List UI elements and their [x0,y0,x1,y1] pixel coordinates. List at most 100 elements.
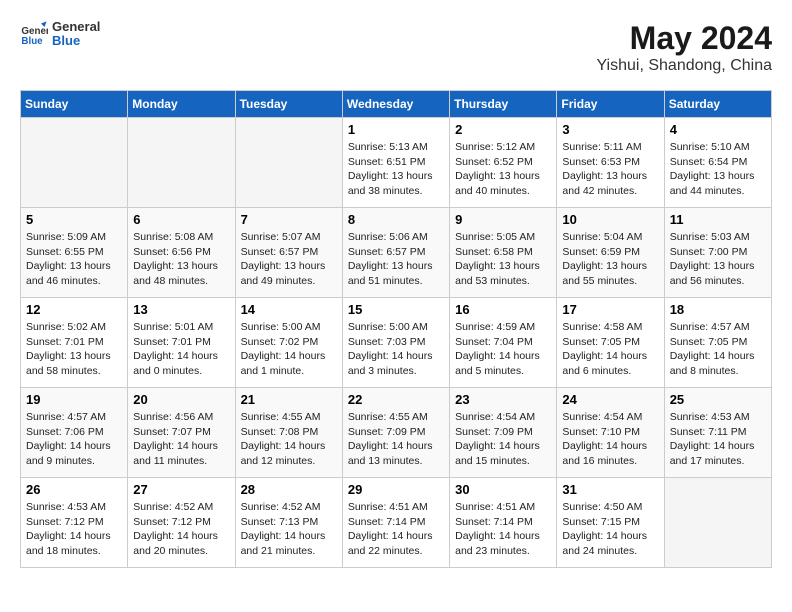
table-row: 22 Sunrise: 4:55 AM Sunset: 7:09 PM Dayli… [342,388,449,478]
day-number: 23 [455,392,551,407]
calendar-week-row: 5 Sunrise: 5:09 AM Sunset: 6:55 PM Daylig… [21,208,772,298]
calendar-week-row: 26 Sunrise: 4:53 AM Sunset: 7:12 PM Dayli… [21,478,772,568]
day-info: Sunrise: 4:53 AM Sunset: 7:12 PM Dayligh… [26,500,122,559]
day-info: Sunrise: 5:04 AM Sunset: 6:59 PM Dayligh… [562,230,658,289]
day-info: Sunrise: 5:01 AM Sunset: 7:01 PM Dayligh… [133,320,229,379]
table-row [235,118,342,208]
day-info: Sunrise: 4:54 AM Sunset: 7:10 PM Dayligh… [562,410,658,469]
month-title: May 2024 [596,20,772,57]
table-row: 10 Sunrise: 5:04 AM Sunset: 6:59 PM Dayli… [557,208,664,298]
table-row: 29 Sunrise: 4:51 AM Sunset: 7:14 PM Dayli… [342,478,449,568]
table-row: 30Sunrise: 4:51 AM Sunset: 7:14 PM Dayli… [450,478,557,568]
day-info: Sunrise: 4:51 AM Sunset: 7:14 PM Dayligh… [348,500,444,559]
day-info: Sunrise: 4:59 AM Sunset: 7:04 PM Dayligh… [455,320,551,379]
day-info: Sunrise: 4:53 AM Sunset: 7:11 PM Dayligh… [670,410,766,469]
col-saturday: Saturday [664,91,771,118]
day-info: Sunrise: 5:02 AM Sunset: 7:01 PM Dayligh… [26,320,122,379]
day-number: 22 [348,392,444,407]
day-number: 26 [26,482,122,497]
day-number: 1 [348,122,444,137]
logo-blue-text: Blue [52,34,100,48]
table-row: 15Sunrise: 5:00 AM Sunset: 7:03 PM Dayli… [342,298,449,388]
svg-text:Blue: Blue [21,36,43,47]
table-row: 18 Sunrise: 4:57 AM Sunset: 7:05 PM Dayli… [664,298,771,388]
day-number: 29 [348,482,444,497]
table-row: 31 Sunrise: 4:50 AM Sunset: 7:15 PM Dayli… [557,478,664,568]
table-row: 5 Sunrise: 5:09 AM Sunset: 6:55 PM Daylig… [21,208,128,298]
logo-general-text: General [52,20,100,34]
day-number: 4 [670,122,766,137]
day-number: 16 [455,302,551,317]
table-row: 24 Sunrise: 4:54 AM Sunset: 7:10 PM Dayli… [557,388,664,478]
day-info: Sunrise: 4:58 AM Sunset: 7:05 PM Dayligh… [562,320,658,379]
day-info: Sunrise: 4:56 AM Sunset: 7:07 PM Dayligh… [133,410,229,469]
title-section: May 2024 Yishui, Shandong, China [596,20,772,75]
col-wednesday: Wednesday [342,91,449,118]
calendar-header-row: Sunday Monday Tuesday Wednesday Thursday… [21,91,772,118]
day-info: Sunrise: 5:00 AM Sunset: 7:02 PM Dayligh… [241,320,337,379]
day-info: Sunrise: 4:54 AM Sunset: 7:09 PM Dayligh… [455,410,551,469]
table-row: 6 Sunrise: 5:08 AM Sunset: 6:56 PM Daylig… [128,208,235,298]
table-row [21,118,128,208]
day-info: Sunrise: 5:05 AM Sunset: 6:58 PM Dayligh… [455,230,551,289]
table-row [128,118,235,208]
table-row: 13Sunrise: 5:01 AM Sunset: 7:01 PM Dayli… [128,298,235,388]
day-number: 28 [241,482,337,497]
day-number: 2 [455,122,551,137]
col-friday: Friday [557,91,664,118]
day-info: Sunrise: 4:52 AM Sunset: 7:13 PM Dayligh… [241,500,337,559]
day-number: 25 [670,392,766,407]
day-info: Sunrise: 4:55 AM Sunset: 7:09 PM Dayligh… [348,410,444,469]
col-tuesday: Tuesday [235,91,342,118]
day-info: Sunrise: 5:11 AM Sunset: 6:53 PM Dayligh… [562,140,658,199]
calendar-table: Sunday Monday Tuesday Wednesday Thursday… [20,90,772,568]
calendar-week-row: 19 Sunrise: 4:57 AM Sunset: 7:06 PM Dayli… [21,388,772,478]
day-number: 19 [26,392,122,407]
table-row: 19 Sunrise: 4:57 AM Sunset: 7:06 PM Dayli… [21,388,128,478]
day-info: Sunrise: 4:51 AM Sunset: 7:14 PM Dayligh… [455,500,551,559]
day-info: Sunrise: 5:09 AM Sunset: 6:55 PM Dayligh… [26,230,122,289]
day-number: 21 [241,392,337,407]
table-row: 23 Sunrise: 4:54 AM Sunset: 7:09 PM Dayli… [450,388,557,478]
table-row: 25 Sunrise: 4:53 AM Sunset: 7:11 PM Dayli… [664,388,771,478]
day-info: Sunrise: 4:50 AM Sunset: 7:15 PM Dayligh… [562,500,658,559]
logo: General Blue General Blue [20,20,100,49]
table-row: 17Sunrise: 4:58 AM Sunset: 7:05 PM Dayli… [557,298,664,388]
day-info: Sunrise: 4:52 AM Sunset: 7:12 PM Dayligh… [133,500,229,559]
table-row: 9Sunrise: 5:05 AM Sunset: 6:58 PM Daylig… [450,208,557,298]
day-number: 24 [562,392,658,407]
table-row: 7Sunrise: 5:07 AM Sunset: 6:57 PM Daylig… [235,208,342,298]
day-info: Sunrise: 5:03 AM Sunset: 7:00 PM Dayligh… [670,230,766,289]
table-row: 8 Sunrise: 5:06 AM Sunset: 6:57 PM Daylig… [342,208,449,298]
col-sunday: Sunday [21,91,128,118]
table-row: 3Sunrise: 5:11 AM Sunset: 6:53 PM Daylig… [557,118,664,208]
table-row: 28 Sunrise: 4:52 AM Sunset: 7:13 PM Dayli… [235,478,342,568]
table-row: 21 Sunrise: 4:55 AM Sunset: 7:08 PM Dayli… [235,388,342,478]
day-info: Sunrise: 4:55 AM Sunset: 7:08 PM Dayligh… [241,410,337,469]
table-row: 11Sunrise: 5:03 AM Sunset: 7:00 PM Dayli… [664,208,771,298]
day-number: 20 [133,392,229,407]
col-thursday: Thursday [450,91,557,118]
day-number: 31 [562,482,658,497]
day-info: Sunrise: 5:06 AM Sunset: 6:57 PM Dayligh… [348,230,444,289]
day-number: 27 [133,482,229,497]
day-info: Sunrise: 5:08 AM Sunset: 6:56 PM Dayligh… [133,230,229,289]
day-number: 8 [348,212,444,227]
day-info: Sunrise: 5:00 AM Sunset: 7:03 PM Dayligh… [348,320,444,379]
day-number: 12 [26,302,122,317]
table-row: 27 Sunrise: 4:52 AM Sunset: 7:12 PM Dayli… [128,478,235,568]
day-number: 6 [133,212,229,227]
table-row: 1Sunrise: 5:13 AM Sunset: 6:51 PM Daylig… [342,118,449,208]
day-info: Sunrise: 4:57 AM Sunset: 7:06 PM Dayligh… [26,410,122,469]
day-number: 14 [241,302,337,317]
day-number: 10 [562,212,658,227]
day-info: Sunrise: 5:12 AM Sunset: 6:52 PM Dayligh… [455,140,551,199]
table-row [664,478,771,568]
day-info: Sunrise: 4:57 AM Sunset: 7:05 PM Dayligh… [670,320,766,379]
day-number: 18 [670,302,766,317]
table-row: 2 Sunrise: 5:12 AM Sunset: 6:52 PM Daylig… [450,118,557,208]
day-info: Sunrise: 5:07 AM Sunset: 6:57 PM Dayligh… [241,230,337,289]
day-number: 5 [26,212,122,227]
calendar-week-row: 12 Sunrise: 5:02 AM Sunset: 7:01 PM Dayli… [21,298,772,388]
calendar-week-row: 1Sunrise: 5:13 AM Sunset: 6:51 PM Daylig… [21,118,772,208]
